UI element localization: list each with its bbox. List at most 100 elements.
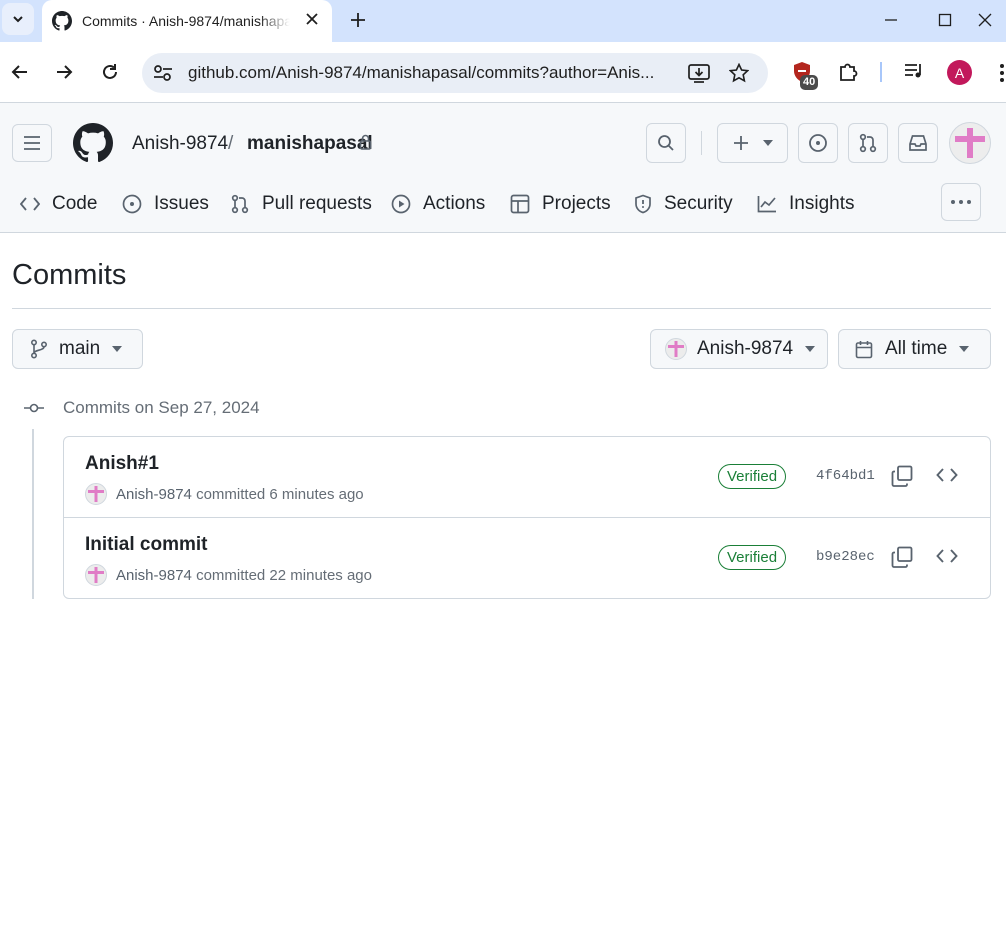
minimize-button[interactable]: [868, 0, 914, 40]
tab-insights-label: Insights: [789, 193, 855, 214]
breadcrumb-owner[interactable]: Anish-9874: [132, 133, 228, 155]
search-button[interactable]: [646, 123, 686, 163]
inbox-button[interactable]: [898, 123, 938, 163]
url-text[interactable]: github.com/Anish-9874/manishapasal/commi…: [188, 63, 678, 83]
install-app-button[interactable]: [688, 62, 710, 84]
code-icon: [20, 197, 40, 211]
commit-list: Anish#1 Anish-9874 committed 6 minutes a…: [63, 436, 991, 599]
copy-icon[interactable]: [891, 465, 913, 487]
issues-button[interactable]: [798, 123, 838, 163]
commit-meta: Anish-9874 committed 6 minutes ago: [85, 483, 364, 505]
extensions-puzzle-icon[interactable]: [837, 61, 859, 83]
close-icon[interactable]: [304, 11, 320, 27]
author-avatar[interactable]: [85, 483, 107, 505]
tab-projects-label: Projects: [542, 193, 611, 214]
bookmark-button[interactable]: [728, 62, 750, 84]
commit-row: Anish#1 Anish-9874 committed 6 minutes a…: [64, 437, 990, 518]
code-icon[interactable]: [936, 548, 958, 564]
reload-button[interactable]: [95, 57, 125, 87]
code-icon[interactable]: [936, 467, 958, 483]
arrow-left-icon: [11, 65, 27, 79]
forward-button[interactable]: [49, 57, 79, 87]
commit-author-link[interactable]: Anish-9874: [116, 567, 192, 584]
commit-action: committed: [196, 566, 266, 584]
tab-actions[interactable]: Actions: [391, 185, 485, 223]
identicon-icon: [88, 486, 104, 502]
global-menu-button[interactable]: [12, 124, 52, 162]
window-close-button[interactable]: [978, 0, 1006, 40]
tab-pull-requests-label: Pull requests: [262, 193, 372, 214]
tab-code[interactable]: Code: [20, 185, 97, 223]
tab-title: Commits · Anish-9874/manishapasal: [82, 13, 290, 29]
new-tab-button[interactable]: [344, 6, 372, 34]
tab-issues[interactable]: Issues: [122, 185, 209, 223]
create-new-button[interactable]: [717, 123, 788, 163]
back-button[interactable]: [5, 57, 35, 87]
author-avatar: [665, 338, 687, 360]
maximize-button[interactable]: [922, 0, 968, 40]
toolbar-divider: [880, 62, 882, 82]
repo-header: Anish-9874 / manishapasal Code Issues Pu…: [0, 103, 1006, 233]
more-tabs-button[interactable]: [941, 183, 981, 221]
breadcrumb-repo[interactable]: manishapasal: [247, 133, 373, 155]
browser-profile-avatar[interactable]: A: [947, 60, 972, 85]
pull-requests-button[interactable]: [848, 123, 888, 163]
tab-projects[interactable]: Projects: [510, 185, 611, 223]
kebab-horizontal-icon: [951, 200, 971, 204]
search-icon: [658, 135, 674, 151]
page-title: Commits: [12, 259, 127, 291]
commit-meta: Anish-9874 committed 22 minutes ago: [85, 564, 372, 586]
tab-pull-requests[interactable]: Pull requests: [230, 185, 372, 223]
commit-time: 6 minutes ago: [269, 485, 364, 503]
title-divider: [12, 308, 991, 309]
branch-name: main: [59, 338, 101, 359]
commit-row: Initial commit Anish-9874 committed 22 m…: [64, 518, 990, 599]
github-logo-icon[interactable]: [73, 123, 113, 163]
user-avatar[interactable]: [949, 122, 991, 164]
branch-selector[interactable]: main: [12, 329, 143, 369]
verified-badge[interactable]: Verified: [718, 464, 787, 489]
chevron-down-icon: [13, 16, 23, 23]
plus-icon: [351, 13, 365, 27]
author-avatar[interactable]: [85, 564, 107, 586]
git-branch-icon: [30, 339, 48, 359]
time-filter-label: All time: [885, 338, 948, 359]
tab-code-label: Code: [52, 193, 98, 214]
calendar-icon: [855, 340, 873, 358]
verified-badge[interactable]: Verified: [718, 545, 787, 570]
timeline-line: [32, 429, 34, 599]
tab-issues-label: Issues: [154, 193, 209, 214]
hamburger-icon: [24, 136, 40, 150]
identicon-icon: [955, 128, 985, 158]
git-commit-icon: [24, 403, 44, 413]
tab-insights[interactable]: Insights: [757, 185, 854, 223]
tab-security-label: Security: [664, 193, 733, 214]
commit-message-link[interactable]: Initial commit: [85, 534, 207, 556]
commit-message-link[interactable]: Anish#1: [85, 453, 159, 475]
copy-icon[interactable]: [891, 546, 913, 568]
commit-sha-link[interactable]: b9e28ec: [816, 549, 875, 565]
commit-sha-link[interactable]: 4f64bd1: [816, 468, 875, 484]
tab-search-button[interactable]: [2, 3, 34, 35]
browser-toolbar: github.com/Anish-9874/manishapasal/commi…: [0, 42, 1006, 103]
identicon-icon: [668, 341, 684, 357]
issue-opened-icon: [122, 194, 142, 214]
browser-tab-active[interactable]: Commits · Anish-9874/manishapasal: [42, 0, 332, 42]
browser-menu-button[interactable]: [1000, 64, 1004, 82]
time-filter[interactable]: All time: [838, 329, 991, 369]
identicon-icon: [88, 567, 104, 583]
table-icon: [510, 194, 530, 214]
commit-action: committed: [196, 485, 266, 503]
commit-author-link[interactable]: Anish-9874: [116, 486, 192, 503]
plus-icon: [733, 136, 748, 150]
address-bar[interactable]: github.com/Anish-9874/manishapasal/commi…: [142, 53, 768, 93]
author-filter-label: Anish-9874: [697, 338, 794, 359]
site-settings-icon[interactable]: [152, 63, 174, 83]
media-controls-icon[interactable]: [903, 61, 925, 81]
commit-group-date: Commits on Sep 27, 2024: [63, 398, 260, 417]
star-icon: [729, 63, 749, 83]
tab-security[interactable]: Security: [634, 185, 733, 223]
install-icon: [688, 64, 710, 83]
author-filter[interactable]: Anish-9874: [650, 329, 828, 369]
tab-actions-label: Actions: [423, 193, 486, 214]
